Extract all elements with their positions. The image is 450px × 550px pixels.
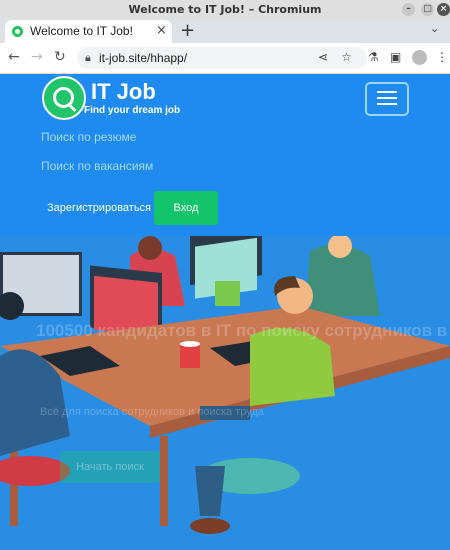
favicon-icon	[12, 26, 23, 37]
share-icon[interactable]: ⋖	[318, 50, 328, 64]
brand-tagline: Find your dream job	[84, 105, 181, 116]
hero-start-search-button[interactable]: Начать поиск	[60, 451, 160, 483]
tab-strip: Welcome to IT Job! × + ⌄	[0, 19, 450, 43]
search-logo-icon[interactable]	[42, 76, 86, 120]
sidepanel-icon[interactable]: ▣	[390, 50, 401, 64]
forward-icon[interactable]: →	[31, 49, 43, 65]
bookmark-star-icon[interactable]: ☆	[341, 50, 352, 64]
office-illustration	[0, 236, 450, 534]
browser-toolbar: ← → ↻ 🔒︎ it-job.site/hhapp/ ⋖ ☆ ⚗ ▣ ⋮	[0, 43, 450, 74]
tab-search-icon[interactable]: ⌄	[430, 22, 439, 35]
reload-icon[interactable]: ↻	[54, 49, 66, 65]
extension-icon[interactable]: ⚗	[368, 50, 379, 64]
nav-resume-search[interactable]: Поиск по резюме	[41, 130, 136, 144]
profile-avatar-icon[interactable]	[412, 50, 427, 65]
page-content: IT Job Find your dream job Поиск по резю…	[0, 74, 450, 550]
browser-tab[interactable]: Welcome to IT Job! ×	[5, 20, 172, 43]
hero-section: 100500 кандидатов в IT по поиску сотрудн…	[0, 236, 450, 550]
hero-subtitle: Всё для поиска сотрудников и поиска труд…	[40, 406, 264, 418]
tab-title: Welcome to IT Job!	[30, 24, 133, 38]
lock-icon[interactable]: 🔒︎	[85, 51, 91, 65]
close-window-icon[interactable]: ×	[437, 3, 450, 16]
login-button[interactable]: Вход	[154, 191, 218, 225]
minimize-icon[interactable]: –	[402, 3, 415, 16]
window-titlebar: Welcome to IT Job! – Chromium – □ ×	[0, 0, 450, 19]
new-tab-icon[interactable]: +	[180, 20, 195, 41]
tab-close-icon[interactable]: ×	[156, 23, 167, 38]
register-link[interactable]: Зарегистрироваться	[47, 202, 151, 214]
url-text[interactable]: it-job.site/hhapp/	[99, 51, 187, 65]
menu-icon[interactable]: ⋮	[436, 50, 448, 64]
back-icon[interactable]: ←	[8, 49, 20, 65]
brand-name[interactable]: IT Job	[91, 79, 156, 105]
window-title: Welcome to IT Job! – Chromium	[128, 3, 322, 16]
nav-vacancy-search[interactable]: Поиск по вакансиям	[41, 159, 153, 173]
maximize-icon[interactable]: □	[421, 3, 434, 16]
hero-headline: 100500 кандидатов в IT по поиску сотрудн…	[36, 321, 450, 340]
hamburger-menu-button[interactable]	[365, 82, 409, 116]
